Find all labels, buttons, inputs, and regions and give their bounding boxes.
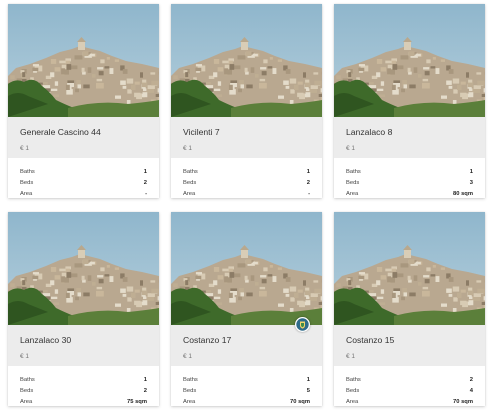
listing-photo[interactable] xyxy=(171,4,322,117)
listing-card[interactable]: Lanzalaco 30 € 1 Baths 1 Beds 2 Area 75 sqm xyxy=(8,212,159,406)
listing-title[interactable]: Lanzalaco 8 xyxy=(346,127,473,137)
beds-row: Beds 5 xyxy=(183,385,310,396)
listing-title[interactable]: Lanzalaco 30 xyxy=(20,335,147,345)
area-row: Area 70 sqm xyxy=(346,396,473,406)
listing-price: € 1 xyxy=(346,145,356,152)
listing-price: € 1 xyxy=(346,353,356,360)
listing-photo[interactable] xyxy=(8,4,159,117)
listing-title[interactable]: Generale Cascino 44 xyxy=(20,127,147,137)
beds-row: Beds 4 xyxy=(346,385,473,396)
listing-specs: Baths 1 Beds 3 Area 80 sqm xyxy=(334,158,485,198)
area-value: - xyxy=(308,190,310,197)
listing-price: € 1 xyxy=(20,145,30,152)
listing-specs: Baths 1 Beds 5 Area 70 sqm xyxy=(171,366,322,406)
listing-title[interactable]: Costanzo 17 xyxy=(183,335,310,345)
listing-specs: Baths 2 Beds 4 Area 70 sqm xyxy=(334,366,485,406)
beds-row: Beds 2 xyxy=(20,385,147,396)
listing-grid: Generale Cascino 44 € 1 Baths 1 Beds 2 Are… xyxy=(0,0,490,415)
beds-row: Beds 2 xyxy=(20,177,147,188)
listing-header: Lanzalaco 8 € 1 xyxy=(334,117,485,158)
listing-header: Lanzalaco 30 € 1 xyxy=(8,325,159,366)
listing-header: Costanzo 15 € 1 xyxy=(334,325,485,366)
baths-value: 1 xyxy=(306,168,310,175)
baths-value: 1 xyxy=(143,168,147,175)
area-value: 70 sqm xyxy=(290,398,310,405)
area-value: - xyxy=(145,190,147,197)
area-label: Area xyxy=(183,398,196,405)
baths-row: Baths 1 xyxy=(20,166,147,177)
beds-value: 2 xyxy=(143,387,147,394)
baths-label: Baths xyxy=(346,376,361,383)
area-value: 75 sqm xyxy=(127,398,147,405)
area-row: Area 80 sqm xyxy=(346,188,473,198)
listing-card[interactable]: Costanzo 17 € 1 Baths 1 Beds 5 Area 70 sqm xyxy=(171,212,322,406)
listing-card[interactable]: Vicilenti 7 € 1 Baths 1 Beds 2 Area - xyxy=(171,4,322,198)
beds-label: Beds xyxy=(20,179,34,186)
area-row: Area 75 sqm xyxy=(20,396,147,406)
listing-specs: Baths 1 Beds 2 Area 75 sqm xyxy=(8,366,159,406)
baths-row: Baths 1 xyxy=(183,166,310,177)
baths-value: 1 xyxy=(469,168,473,175)
listing-card[interactable]: Costanzo 15 € 1 Baths 2 Beds 4 Area 70 sqm xyxy=(334,212,485,406)
beds-label: Beds xyxy=(346,387,360,394)
beds-value: 5 xyxy=(306,387,310,394)
listing-photo[interactable] xyxy=(334,212,485,325)
beds-value: 3 xyxy=(469,179,473,186)
baths-row: Baths 2 xyxy=(346,374,473,385)
beds-value: 2 xyxy=(306,179,310,186)
beds-label: Beds xyxy=(20,387,34,394)
beds-value: 2 xyxy=(143,179,147,186)
baths-label: Baths xyxy=(20,168,35,175)
listing-price: € 1 xyxy=(20,353,30,360)
listing-card[interactable]: Generale Cascino 44 € 1 Baths 1 Beds 2 Are… xyxy=(8,4,159,198)
listing-specs: Baths 1 Beds 2 Area - xyxy=(8,158,159,198)
area-row: Area - xyxy=(20,188,147,198)
baths-value: 1 xyxy=(143,376,147,383)
listing-title[interactable]: Vicilenti 7 xyxy=(183,127,310,137)
listing-header: Generale Cascino 44 € 1 xyxy=(8,117,159,158)
area-value: 80 sqm xyxy=(453,190,473,197)
area-value: 70 sqm xyxy=(453,398,473,405)
area-label: Area xyxy=(346,190,359,197)
baths-label: Baths xyxy=(183,376,198,383)
area-label: Area xyxy=(20,398,33,405)
listing-photo[interactable] xyxy=(334,4,485,117)
baths-value: 1 xyxy=(306,376,310,383)
beds-label: Beds xyxy=(183,387,197,394)
area-label: Area xyxy=(183,190,196,197)
town-crest-icon xyxy=(295,317,310,332)
beds-label: Beds xyxy=(346,179,360,186)
beds-row: Beds 2 xyxy=(183,177,310,188)
listing-price: € 1 xyxy=(183,353,193,360)
baths-label: Baths xyxy=(20,376,35,383)
listing-header: Costanzo 17 € 1 xyxy=(171,317,322,366)
baths-row: Baths 1 xyxy=(346,166,473,177)
listing-specs: Baths 1 Beds 2 Area - xyxy=(171,158,322,198)
baths-row: Baths 1 xyxy=(183,374,310,385)
area-label: Area xyxy=(346,398,359,405)
listing-card[interactable]: Lanzalaco 8 € 1 Baths 1 Beds 3 Area 80 sqm xyxy=(334,4,485,198)
listing-photo[interactable] xyxy=(171,212,322,325)
beds-row: Beds 3 xyxy=(346,177,473,188)
listing-header: Vicilenti 7 € 1 xyxy=(171,117,322,158)
listing-title[interactable]: Costanzo 15 xyxy=(346,335,473,345)
beds-label: Beds xyxy=(183,179,197,186)
baths-value: 2 xyxy=(469,376,473,383)
area-label: Area xyxy=(20,190,33,197)
listing-photo[interactable] xyxy=(8,212,159,325)
baths-label: Baths xyxy=(346,168,361,175)
listing-price: € 1 xyxy=(183,145,193,152)
baths-label: Baths xyxy=(183,168,198,175)
beds-value: 4 xyxy=(469,387,473,394)
area-row: Area 70 sqm xyxy=(183,396,310,406)
baths-row: Baths 1 xyxy=(20,374,147,385)
area-row: Area - xyxy=(183,188,310,198)
